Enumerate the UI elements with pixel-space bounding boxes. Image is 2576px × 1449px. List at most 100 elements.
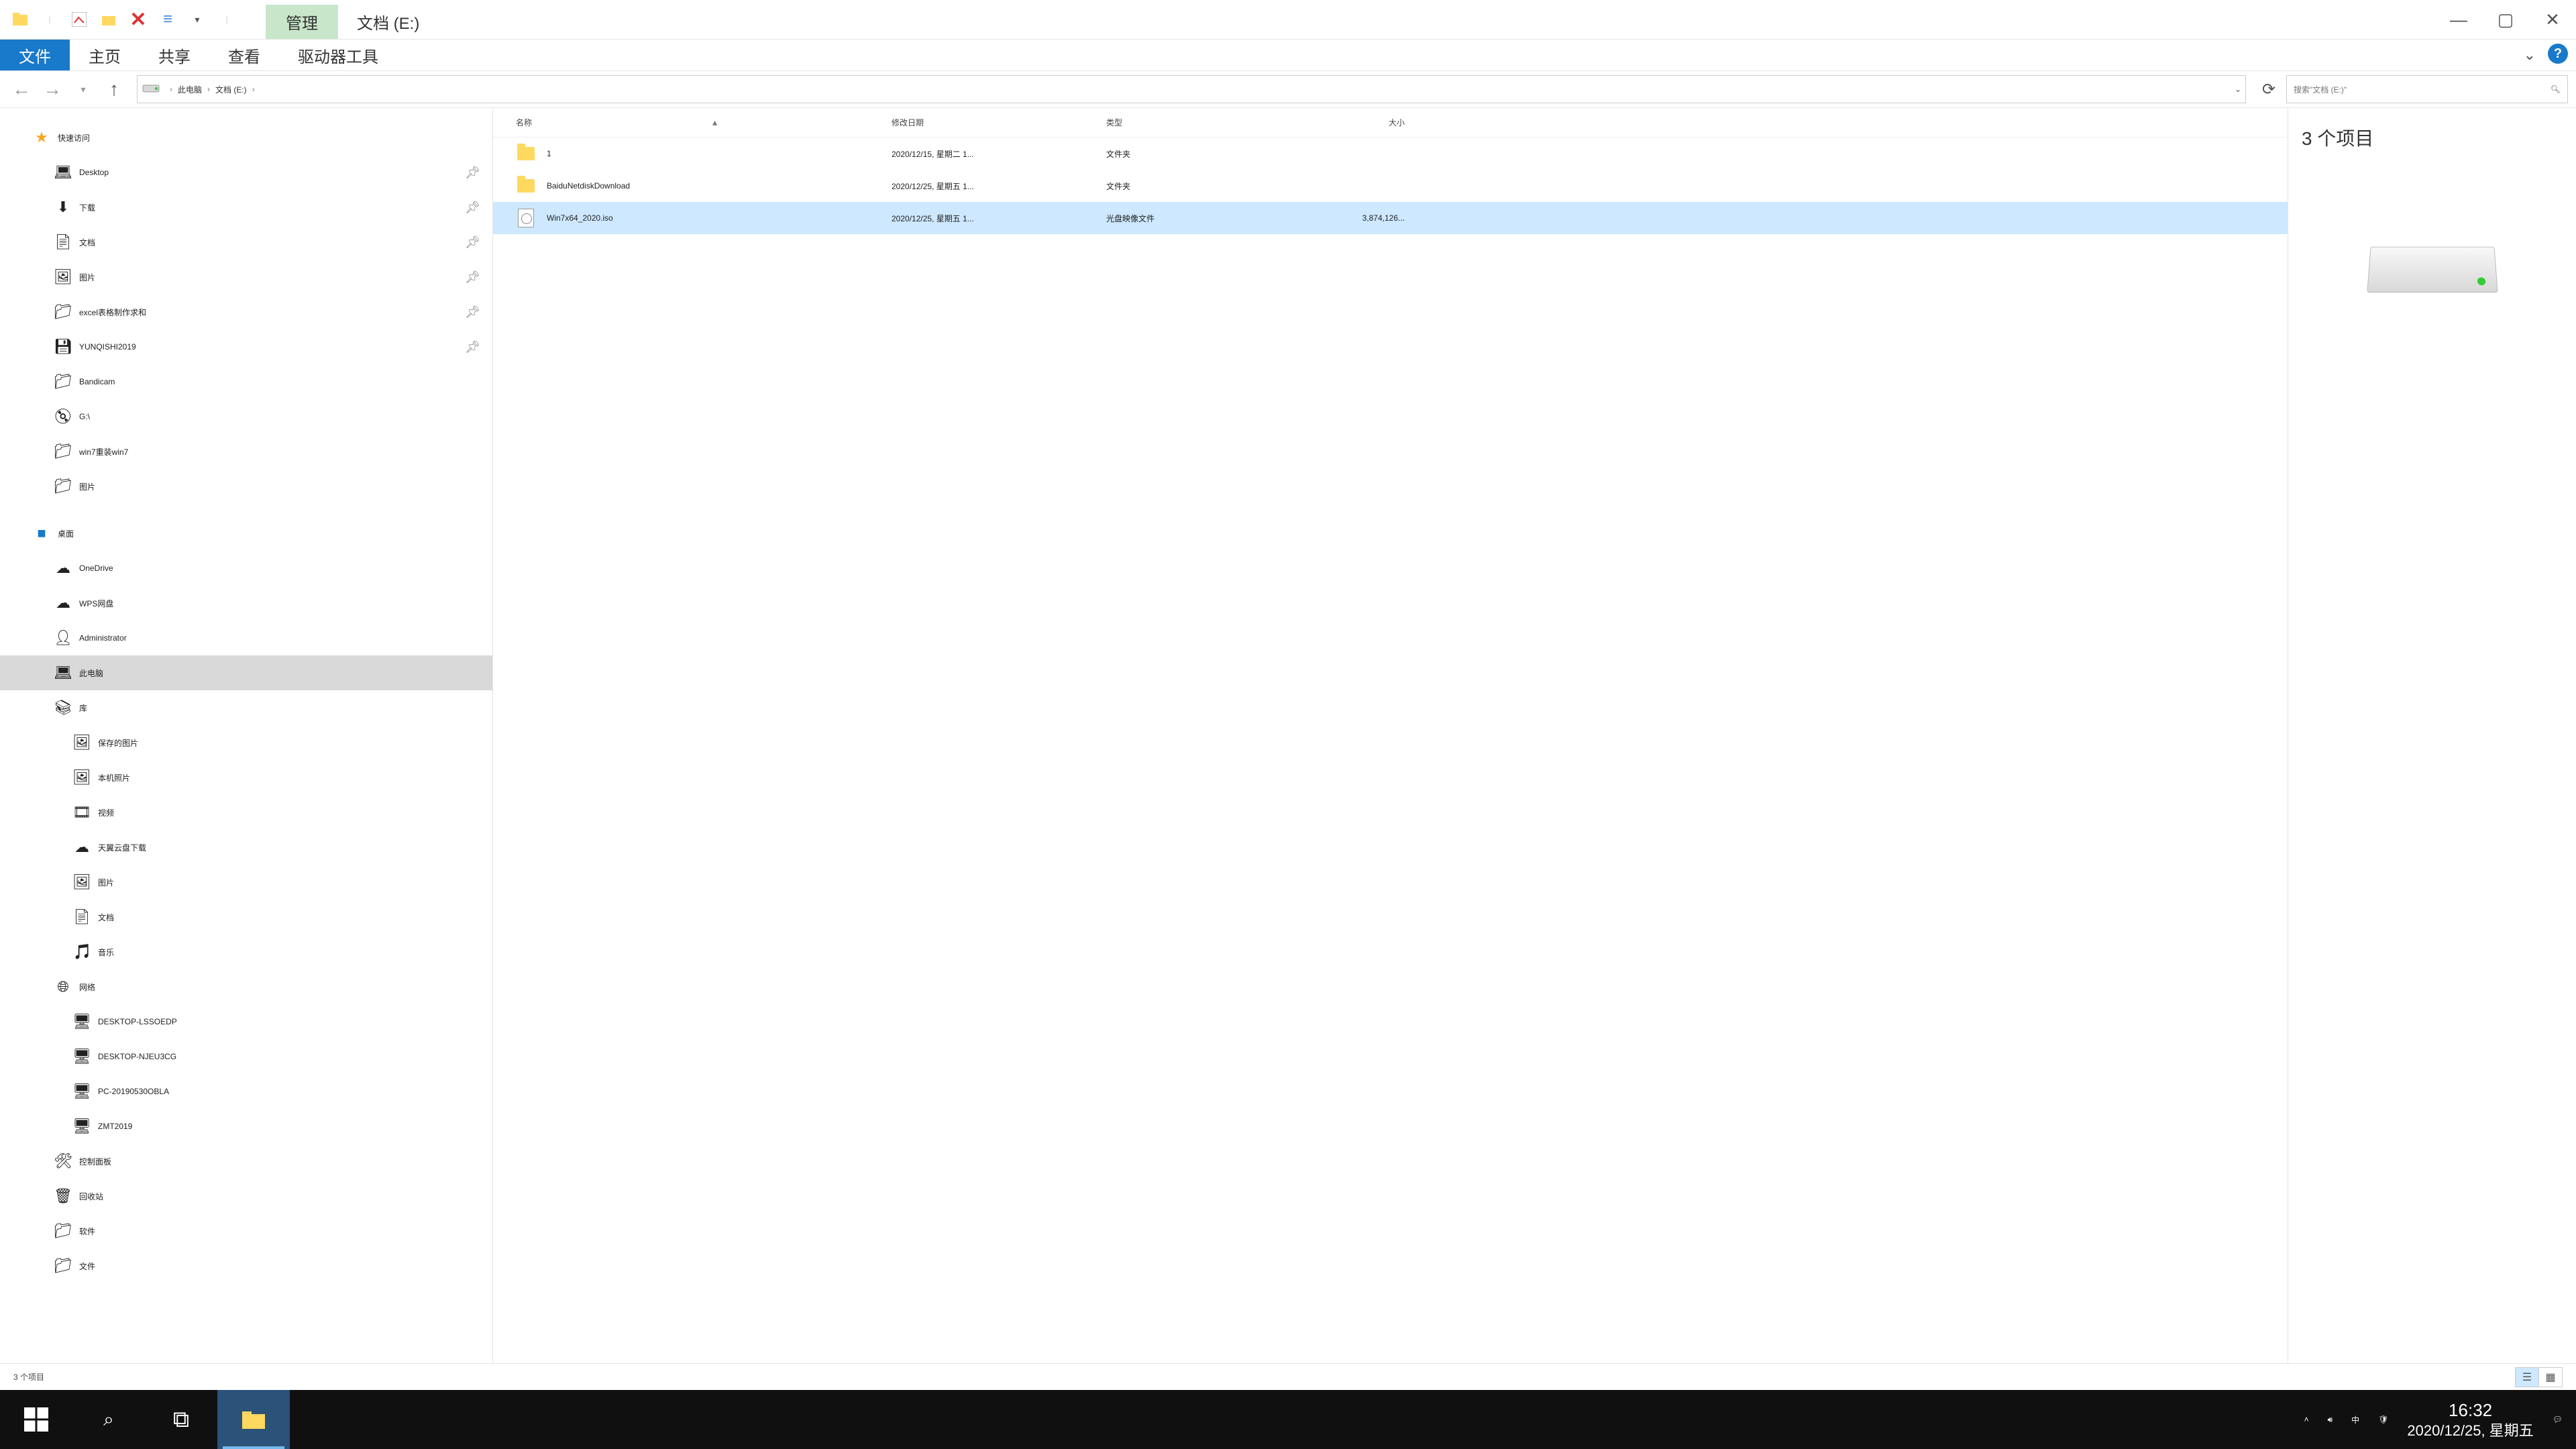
col-name[interactable]: 名称▴: [516, 117, 892, 128]
recent-dropdown-icon[interactable]: ▾: [70, 76, 97, 103]
address-dropdown-icon[interactable]: ⌄: [2235, 85, 2241, 94]
folder-icon: 📁︎: [54, 1222, 72, 1240]
close-button[interactable]: ✕: [2529, 3, 2576, 36]
file-name: 1: [547, 149, 551, 158]
file-rows[interactable]: 12020/12/15, 星期二 1...文件夹BaiduNetdiskDown…: [493, 138, 2288, 1363]
up-button[interactable]: ↑: [101, 76, 127, 103]
maximize-button[interactable]: ▢: [2482, 3, 2529, 36]
delete-icon[interactable]: ✕: [126, 7, 150, 32]
ime-indicator[interactable]: 中: [2351, 1414, 2359, 1426]
tree-item[interactable]: 🖥︎DESKTOP-LSSOEDP: [0, 1004, 492, 1039]
col-type[interactable]: 类型: [1106, 117, 1284, 128]
status-text: 3 个项目: [13, 1371, 44, 1383]
quick-access-root[interactable]: ★快速访问: [0, 120, 492, 155]
back-button[interactable]: ←: [8, 76, 35, 103]
refresh-button[interactable]: ⟳: [2255, 76, 2282, 103]
software-folder-item[interactable]: 📁︎软件: [0, 1214, 492, 1248]
item-icon: 📁︎: [54, 303, 72, 321]
qat-dropdown-icon[interactable]: ▾: [185, 7, 209, 32]
network-root[interactable]: 🌐︎网络: [0, 969, 492, 1004]
start-button[interactable]: [0, 1390, 72, 1449]
control-panel-item[interactable]: 🛠︎控制面板: [0, 1144, 492, 1179]
rename-icon[interactable]: ≡: [156, 7, 180, 32]
tree-item[interactable]: ☁︎OneDrive: [0, 551, 492, 586]
tree-item[interactable]: 🖼︎本机照片: [0, 760, 492, 795]
desktop-root[interactable]: ■桌面: [0, 516, 492, 551]
recycle-bin-item[interactable]: 🗑︎回收站: [0, 1179, 492, 1214]
item-icon: 🖥︎: [72, 1118, 91, 1135]
forward-button[interactable]: →: [39, 76, 66, 103]
navigation-tree[interactable]: ★快速访问 💻︎Desktop📌︎⬇︎下载📌︎📄︎文档📌︎🖼︎图片📌︎📁︎exc…: [0, 108, 493, 1363]
tree-item[interactable]: 💿︎G:\: [0, 399, 492, 434]
volume-icon[interactable]: 🔊︎: [2328, 1415, 2333, 1425]
breadcrumb-sep: ›: [167, 85, 175, 94]
new-folder-icon[interactable]: [97, 7, 121, 32]
tree-item[interactable]: 📚︎库: [0, 690, 492, 725]
item-icon: 💿︎: [54, 408, 72, 425]
expand-ribbon-icon[interactable]: ⌄: [2524, 46, 2536, 64]
files-folder-item[interactable]: 📁︎文件: [0, 1248, 492, 1283]
file-row[interactable]: 12020/12/15, 星期二 1...文件夹: [493, 138, 2288, 170]
tree-item[interactable]: 📄︎文档: [0, 900, 492, 934]
file-type: 文件夹: [1106, 180, 1284, 192]
security-icon[interactable]: 🛡︎: [2378, 1415, 2388, 1424]
item-icon: 🖥︎: [72, 1048, 91, 1065]
app-icon[interactable]: [8, 7, 32, 32]
file-list: 名称▴ 修改日期 类型 大小 12020/12/15, 星期二 1...文件夹B…: [493, 108, 2288, 1363]
tree-item[interactable]: 🎵︎音乐: [0, 934, 492, 969]
recycle-icon: 🗑︎: [54, 1187, 72, 1205]
search-input[interactable]: 搜索"文档 (E:)" 🔍︎: [2286, 75, 2568, 103]
address-bar[interactable]: › 此电脑 › 文档 (E:) › ⌄: [137, 75, 2246, 103]
tree-item[interactable]: 📁︎excel表格制作求和📌︎: [0, 294, 492, 329]
tree-item[interactable]: ☁︎WPS网盘: [0, 586, 492, 621]
properties-icon[interactable]: [67, 7, 91, 32]
tree-item[interactable]: 💻︎Desktop📌︎: [0, 155, 492, 190]
tree-item[interactable]: ⬇︎下载📌︎: [0, 190, 492, 225]
tree-item[interactable]: 🖼︎保存的图片: [0, 725, 492, 760]
tree-item[interactable]: 🖥︎ZMT2019: [0, 1109, 492, 1144]
action-center-icon[interactable]: 💬︎: [2553, 1415, 2563, 1424]
file-row[interactable]: BaiduNetdiskDownload2020/12/25, 星期五 1...…: [493, 170, 2288, 202]
tree-item[interactable]: 🖼︎图片: [0, 865, 492, 900]
file-date: 2020/12/25, 星期五 1...: [892, 213, 1106, 224]
file-tab[interactable]: 文件: [0, 40, 70, 70]
tree-item[interactable]: ☁︎天翼云盘下载: [0, 830, 492, 865]
explorer-taskbar-button[interactable]: [217, 1390, 290, 1449]
item-icon: ☁︎: [72, 839, 91, 856]
tree-item[interactable]: 📄︎文档📌︎: [0, 225, 492, 260]
file-row[interactable]: Win7x64_2020.iso2020/12/25, 星期五 1...光盘映像…: [493, 202, 2288, 234]
tree-item[interactable]: 🖥︎DESKTOP-NJEU3CG: [0, 1039, 492, 1074]
minimize-button[interactable]: —: [2435, 3, 2482, 36]
tree-item[interactable]: 👤︎Administrator: [0, 621, 492, 655]
tree-item[interactable]: 💾︎YUNQISHI2019📌︎: [0, 329, 492, 364]
thumbnails-view-button[interactable]: ▦: [2538, 1367, 2563, 1387]
item-icon: ☁︎: [54, 559, 72, 577]
item-icon: 📄︎: [54, 233, 72, 251]
search-button[interactable]: ⌕: [72, 1390, 145, 1449]
task-view-button[interactable]: ⧉: [145, 1390, 217, 1449]
clock[interactable]: 16:32 2020/12/25, 星期五: [2407, 1399, 2533, 1440]
drive-tools-tab[interactable]: 驱动器工具: [279, 40, 397, 70]
search-icon[interactable]: 🔍︎: [2551, 85, 2561, 94]
preview-pane: 3 个项目: [2288, 108, 2576, 1363]
file-size: 3,874,126...: [1284, 213, 1405, 223]
tree-item[interactable]: 🖼︎图片📌︎: [0, 260, 492, 294]
col-size[interactable]: 大小: [1284, 117, 1405, 128]
home-tab[interactable]: 主页: [70, 40, 140, 70]
col-date[interactable]: 修改日期: [892, 117, 1106, 128]
tree-item[interactable]: 🎞︎视频: [0, 795, 492, 830]
tree-item[interactable]: 🖥︎PC-20190530OBLA: [0, 1074, 492, 1109]
tray-expand-icon[interactable]: ˄: [2304, 1415, 2309, 1424]
tree-item[interactable]: 💻︎此电脑: [0, 655, 492, 690]
breadcrumb-item[interactable]: 文档 (E:): [215, 84, 247, 95]
view-tab[interactable]: 查看: [209, 40, 279, 70]
item-icon: 💻︎: [54, 664, 72, 682]
tree-item[interactable]: 📁︎win7重装win7: [0, 434, 492, 469]
tree-item[interactable]: 📁︎图片: [0, 469, 492, 504]
details-view-button[interactable]: ☰: [2515, 1367, 2539, 1387]
tree-item[interactable]: 📁︎Bandicam: [0, 364, 492, 399]
pin-icon: 📌︎: [465, 270, 480, 284]
help-icon[interactable]: ?: [2548, 44, 2568, 64]
share-tab[interactable]: 共享: [140, 40, 209, 70]
breadcrumb-item[interactable]: 此电脑: [178, 84, 202, 95]
